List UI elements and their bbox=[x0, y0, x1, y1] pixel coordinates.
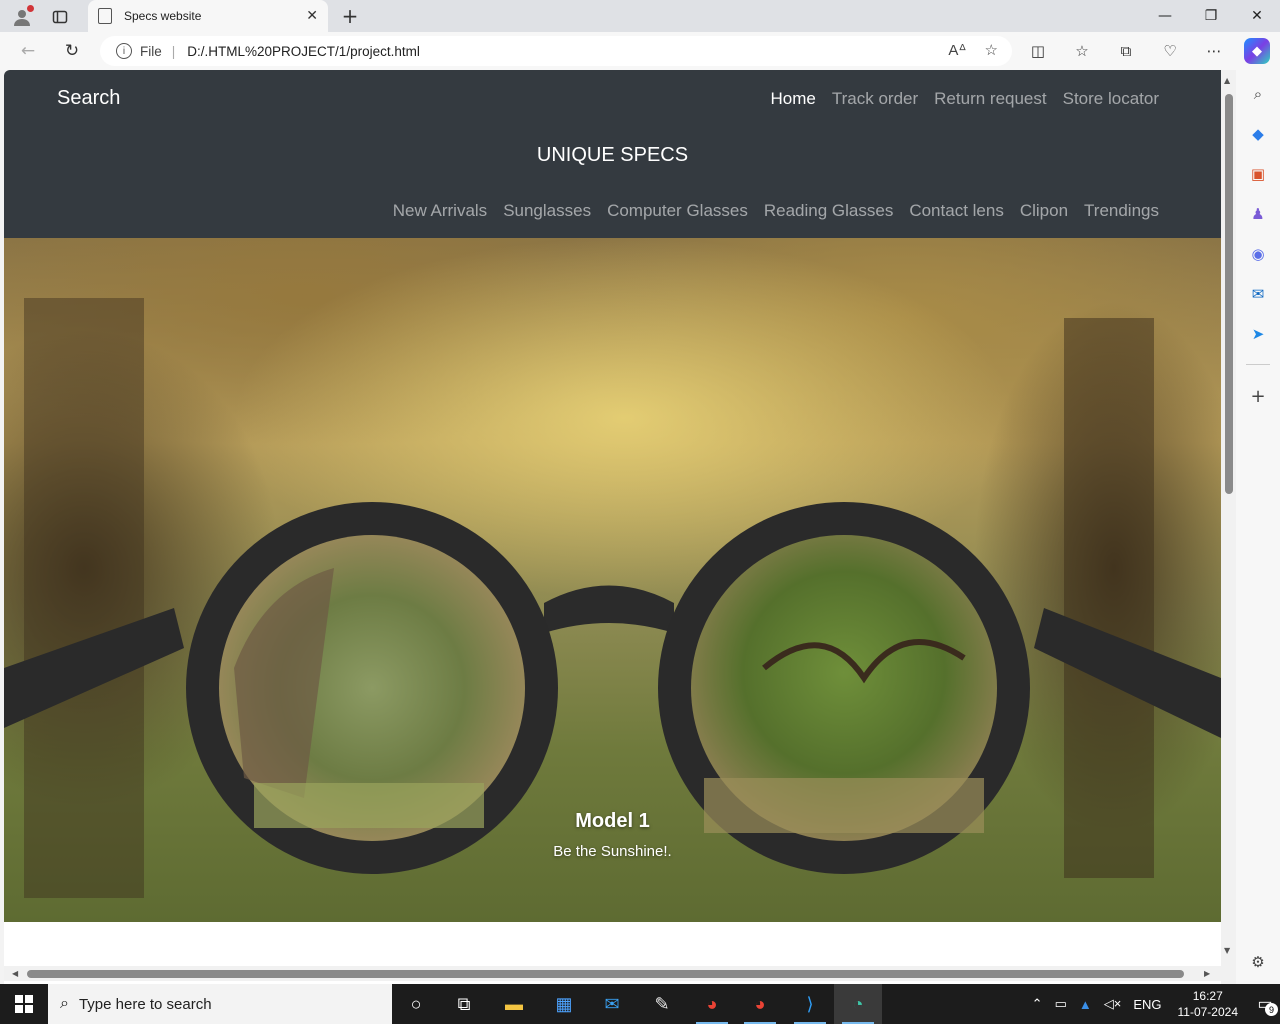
tools-icon[interactable]: ▣ bbox=[1246, 162, 1270, 186]
nav-link-store-locator[interactable]: Store locator bbox=[1063, 89, 1159, 109]
hero-carousel: Model 1 Be the Sunshine!. bbox=[4, 238, 1221, 922]
category-reading-glasses[interactable]: Reading Glasses bbox=[764, 201, 893, 221]
vertical-scrollbar[interactable]: ▲ ▼ bbox=[1221, 70, 1236, 984]
tab-actions-icon[interactable] bbox=[46, 3, 74, 31]
browser-tab-bar: Specs website ✕ + — ❐ ✕ bbox=[0, 0, 1280, 32]
browser-tab-active[interactable]: Specs website ✕ bbox=[88, 0, 328, 32]
scroll-right-arrow-icon[interactable]: ▶ bbox=[1204, 969, 1210, 978]
nav-link-return-request[interactable]: Return request bbox=[934, 89, 1046, 109]
restore-icon[interactable]: ❐ bbox=[1188, 0, 1234, 32]
outlook-icon[interactable]: ✉ bbox=[1246, 282, 1270, 306]
profile-alert-dot bbox=[27, 5, 34, 12]
notepad-icon[interactable]: ✎ bbox=[638, 984, 686, 1024]
volume-muted-icon[interactable]: ◁× bbox=[1104, 996, 1122, 1012]
close-window-icon[interactable]: ✕ bbox=[1234, 0, 1280, 32]
language-indicator[interactable]: ENG bbox=[1133, 997, 1161, 1012]
read-aloud-icon[interactable]: Aᐞ bbox=[948, 41, 966, 59]
site-navbar: Search Home Track order Return request S… bbox=[4, 70, 1221, 238]
chrome-icon[interactable]: ◕ bbox=[688, 984, 736, 1024]
window-controls: — ❐ ✕ bbox=[1142, 0, 1280, 32]
drop-icon[interactable]: ➤ bbox=[1246, 322, 1270, 346]
category-sunglasses[interactable]: Sunglasses bbox=[503, 201, 591, 221]
browser-toolbar: ← ↻ i File | D:/.HTML%20PROJECT/1/projec… bbox=[0, 32, 1280, 70]
file-explorer-icon[interactable]: ▬ bbox=[490, 984, 538, 1024]
shopping-tag-icon[interactable]: ◆ bbox=[1246, 122, 1270, 146]
info-icon[interactable]: i bbox=[116, 43, 132, 59]
sidebar-settings-icon[interactable]: ⚙ bbox=[1246, 950, 1270, 974]
copilot-icon[interactable]: ◆ bbox=[1244, 38, 1270, 64]
category-trendings[interactable]: Trendings bbox=[1084, 201, 1159, 221]
games-icon[interactable]: ♟ bbox=[1246, 202, 1270, 226]
caption-text: Be the Sunshine!. bbox=[553, 843, 672, 860]
category-computer-glasses[interactable]: Computer Glasses bbox=[607, 201, 748, 221]
microsoft-store-icon[interactable]: ▦ bbox=[540, 984, 588, 1024]
sidebar-divider bbox=[1246, 364, 1270, 365]
cortana-icon[interactable]: ○ bbox=[392, 984, 440, 1024]
scroll-left-arrow-icon[interactable]: ◀ bbox=[12, 969, 18, 978]
carousel-caption: Model 1 Be the Sunshine!. bbox=[4, 810, 1221, 860]
favorite-star-icon[interactable]: ☆ bbox=[985, 41, 998, 59]
system-tray: ⌃ ▭ ▲ ◁× ENG 16:27 11-07-2024 ▭ 9 bbox=[1026, 984, 1280, 1024]
split-screen-icon[interactable]: ◫ bbox=[1024, 37, 1052, 65]
clock-date: 11-07-2024 bbox=[1177, 1005, 1239, 1019]
site-title: UNIQUE SPECS bbox=[536, 144, 689, 166]
onedrive-icon[interactable]: ▲ bbox=[1079, 997, 1092, 1012]
close-tab-icon[interactable]: ✕ bbox=[306, 8, 318, 24]
url-text[interactable]: D:/.HTML%20PROJECT/1/project.html bbox=[187, 44, 420, 59]
horizontal-scrollbar[interactable]: ◀ ▶ bbox=[4, 966, 1221, 981]
category-new-arrivals[interactable]: New Arrivals bbox=[393, 201, 487, 221]
more-options-icon[interactable]: ⋯ bbox=[1200, 37, 1228, 65]
address-bar-actions: Aᐞ ☆ bbox=[948, 41, 998, 59]
clock[interactable]: 16:27 11-07-2024 bbox=[1178, 988, 1239, 1020]
sidebar-search-icon[interactable]: ⌕ bbox=[1246, 82, 1270, 106]
notification-count-badge: 9 bbox=[1265, 1003, 1278, 1016]
horizontal-scroll-thumb[interactable] bbox=[27, 970, 1184, 978]
page-icon bbox=[98, 8, 112, 24]
vertical-scroll-thumb[interactable] bbox=[1225, 94, 1233, 494]
scroll-up-arrow-icon[interactable]: ▲ bbox=[1224, 76, 1230, 85]
windows-taskbar: ⌕ Type here to search ○ ⧉ ▬ ▦ ✉ ✎ ◕ ◕ ⟩ … bbox=[0, 984, 1280, 1024]
address-scheme-label: File bbox=[140, 43, 162, 59]
favorites-icon[interactable]: ☆ bbox=[1068, 37, 1096, 65]
profile-icon[interactable] bbox=[8, 3, 36, 31]
task-view-icon[interactable]: ⧉ bbox=[440, 984, 488, 1024]
start-button[interactable] bbox=[0, 984, 48, 1024]
taskbar-search-placeholder: Type here to search bbox=[78, 995, 212, 1013]
top-nav: Home Track order Return request Store lo… bbox=[771, 89, 1159, 109]
nav-link-home[interactable]: Home bbox=[771, 89, 816, 109]
microsoft-365-icon[interactable]: ◉ bbox=[1246, 242, 1270, 266]
navbar-brand[interactable]: Search bbox=[57, 87, 120, 110]
add-sidebar-app-icon[interactable]: + bbox=[1246, 384, 1270, 408]
browser-essentials-icon[interactable]: ♡ bbox=[1156, 37, 1184, 65]
category-contact-lens[interactable]: Contact lens bbox=[909, 201, 1004, 221]
network-icon[interactable]: ▭ bbox=[1055, 996, 1067, 1012]
nav-link-track-order[interactable]: Track order bbox=[832, 89, 918, 109]
chrome-profile-icon[interactable]: ◕ bbox=[736, 984, 784, 1024]
clock-time: 16:27 bbox=[1192, 989, 1223, 1003]
tab-title: Specs website bbox=[124, 9, 202, 23]
new-tab-icon[interactable]: + bbox=[336, 2, 364, 30]
mail-icon[interactable]: ✉ bbox=[588, 984, 636, 1024]
address-separator: | bbox=[171, 43, 176, 59]
taskbar-search[interactable]: ⌕ Type here to search bbox=[48, 984, 392, 1024]
refresh-icon[interactable]: ↻ bbox=[58, 37, 86, 65]
vscode-icon[interactable]: ⟩ bbox=[786, 984, 834, 1024]
edge-icon[interactable]: ◔ bbox=[834, 984, 882, 1024]
notification-center-icon[interactable]: ▭ 9 bbox=[1250, 989, 1280, 1019]
toolbar-icons: ◫ ☆ ⧉ ♡ ⋯ bbox=[1024, 37, 1228, 65]
windows-logo-icon bbox=[15, 995, 33, 1013]
scroll-down-arrow-icon[interactable]: ▼ bbox=[1224, 946, 1230, 955]
search-icon: ⌕ bbox=[60, 995, 69, 1012]
category-clipon[interactable]: Clipon bbox=[1020, 201, 1068, 221]
page-viewport: Search Home Track order Return request S… bbox=[4, 70, 1236, 984]
collections-icon[interactable]: ⧉ bbox=[1112, 37, 1140, 65]
caption-title: Model 1 bbox=[575, 810, 650, 832]
category-nav: New Arrivals Sunglasses Computer Glasses… bbox=[393, 201, 1159, 221]
edge-sidebar: ⌕ ◆ ▣ ♟ ◉ ✉ ➤ + ⚙ bbox=[1236, 70, 1280, 984]
minimize-icon[interactable]: — bbox=[1142, 0, 1188, 32]
address-bar[interactable]: i File | D:/.HTML%20PROJECT/1/project.ht… bbox=[100, 36, 1012, 66]
back-arrow-icon[interactable]: ← bbox=[14, 37, 42, 65]
show-hidden-icons-icon[interactable]: ⌃ bbox=[1032, 996, 1043, 1012]
